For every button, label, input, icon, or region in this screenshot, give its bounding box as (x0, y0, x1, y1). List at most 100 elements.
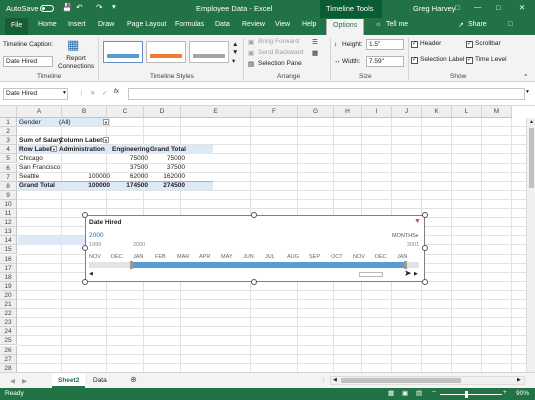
timeline-scroll-left-icon[interactable]: ◀ (89, 271, 93, 277)
report-connections-button[interactable]: Report Connections (58, 55, 94, 71)
row-header[interactable]: 24 (0, 327, 17, 337)
time-level-dropdown-icon[interactable]: ▼ (415, 233, 419, 238)
maximize-icon[interactable]: □ (496, 3, 501, 12)
resize-handle[interactable] (251, 212, 257, 218)
row-header[interactable]: 6 (0, 163, 17, 173)
column-labels-dropdown-icon[interactable]: ▼ (103, 137, 109, 143)
enter-icon[interactable]: ✓ (102, 89, 107, 97)
timeline-scrollbar[interactable]: ◀ ▶ (89, 271, 419, 278)
column-header[interactable]: M (482, 106, 512, 118)
column-header[interactable]: K (422, 106, 452, 118)
tab-options[interactable]: Options (326, 19, 365, 35)
undo-icon[interactable]: ↶ (76, 3, 83, 12)
expand-formula-icon[interactable]: ▼ (525, 89, 530, 95)
prev-sheet-icon[interactable]: ◀ (10, 377, 15, 385)
user-name[interactable]: Greg Harvey (413, 4, 456, 13)
row-header[interactable]: 25 (0, 336, 17, 346)
row-header[interactable]: 1 (0, 118, 17, 128)
cancel-icon[interactable]: ✕ (90, 89, 95, 97)
horizontal-scrollbar[interactable]: ◀ ▶ (330, 376, 525, 385)
timeline-scroll-right-icon[interactable]: ▶ (414, 271, 418, 277)
column-header[interactable]: A (17, 106, 62, 118)
row-header[interactable]: 15 (0, 245, 17, 255)
timeline-slicer[interactable]: Date Hired ▼ 2000 MONTHS ▼ 1999 2000 200… (85, 215, 425, 282)
zoom-slider-thumb[interactable] (465, 391, 468, 398)
timeline-style-1[interactable] (103, 41, 143, 63)
row-header[interactable]: 18 (0, 272, 17, 282)
timeline-month-label[interactable]: MAY (221, 254, 233, 260)
row-header[interactable]: 19 (0, 281, 17, 291)
resize-handle[interactable] (82, 212, 88, 218)
name-box-dropdown-icon[interactable]: ▼ (62, 90, 67, 96)
bring-forward-button[interactable]: Bring Forward (258, 38, 299, 45)
row-header[interactable]: 20 (0, 290, 17, 300)
row-header[interactable]: 4 (0, 145, 17, 155)
close-icon[interactable]: ✕ (519, 3, 525, 12)
time-level-dropdown[interactable]: MONTHS (392, 233, 416, 239)
row-header[interactable]: 13 (0, 227, 17, 237)
customize-qat-icon[interactable]: ▾ (112, 2, 116, 11)
align-icon[interactable]: ☰ (312, 38, 318, 46)
row-header[interactable]: 28 (0, 363, 17, 372)
autosave-toggle[interactable] (40, 5, 54, 12)
column-header[interactable]: H (334, 106, 362, 118)
tab-data[interactable]: Data (215, 21, 230, 28)
name-box[interactable]: Date Hired (3, 88, 68, 100)
column-header[interactable]: F (251, 106, 298, 118)
styles-scroll-down-icon[interactable]: ▼ (232, 49, 238, 56)
timeline-month-label[interactable]: AUG (287, 254, 299, 260)
save-icon[interactable]: 💾 (62, 3, 72, 12)
row-header[interactable]: 5 (0, 154, 17, 164)
row-labels-dropdown-icon[interactable]: ▼ (51, 146, 57, 152)
timeline-month-label[interactable]: APR (199, 254, 210, 260)
tab-home[interactable]: Home (38, 21, 57, 28)
page-break-view-icon[interactable]: ▤ (416, 389, 422, 397)
timeline-month-label[interactable]: SEP (309, 254, 320, 260)
resize-handle[interactable] (82, 279, 88, 285)
tab-formulas[interactable]: Formulas (175, 21, 204, 28)
zoom-level[interactable]: 90% (516, 390, 529, 397)
timeline-month-label[interactable]: FEB (155, 254, 166, 260)
formula-input[interactable] (128, 88, 525, 100)
pivot-column-labels[interactable]: Column Labels (59, 137, 106, 144)
scroll-left-icon[interactable]: ◀ (333, 377, 337, 383)
redo-icon[interactable]: ↷ (96, 3, 103, 12)
header-checkbox[interactable]: ✓ (411, 41, 418, 48)
column-header[interactable]: E (181, 106, 251, 118)
scrollbar-checkbox[interactable]: ✓ (466, 41, 473, 48)
page-layout-view-icon[interactable]: ▣ (402, 389, 408, 397)
horizontal-scroll-thumb[interactable] (341, 378, 461, 383)
tab-page-layout[interactable]: Page Layout (127, 21, 166, 28)
row-header[interactable]: 11 (0, 209, 17, 219)
row-header[interactable]: 12 (0, 218, 17, 228)
timeline-month-label[interactable]: JUL (265, 254, 275, 260)
timeline-range-start-handle[interactable] (130, 261, 133, 269)
tab-file[interactable]: File (5, 18, 29, 35)
minimize-icon[interactable]: — (474, 2, 482, 11)
add-sheet-icon[interactable]: ⊕ (130, 375, 137, 384)
row-header[interactable]: 27 (0, 354, 17, 364)
column-header[interactable]: G (298, 106, 334, 118)
tab-review[interactable]: Review (242, 21, 265, 28)
column-header[interactable]: D (144, 106, 181, 118)
share-button[interactable]: Share (468, 21, 487, 28)
height-input[interactable]: 1.5" (366, 39, 404, 50)
timeline-month-label[interactable]: NOV (89, 254, 101, 260)
row-header[interactable]: 16 (0, 254, 17, 264)
send-backward-button[interactable]: Send Backward (258, 49, 304, 56)
selection-label-checkbox[interactable]: ✓ (411, 57, 418, 64)
selection-pane-button[interactable]: Selection Pane (258, 60, 302, 67)
row-header[interactable]: 3 (0, 136, 17, 146)
tab-draw[interactable]: Draw (98, 21, 114, 28)
row-header[interactable]: 7 (0, 172, 17, 182)
comments-icon[interactable]: □ (508, 21, 512, 28)
row-header[interactable]: 23 (0, 318, 17, 328)
row-header[interactable]: 8 (0, 181, 17, 191)
timeline-month-label[interactable]: JAN (397, 254, 407, 260)
column-header[interactable]: I (362, 106, 392, 118)
row-header[interactable]: 10 (0, 199, 17, 209)
timeline-month-label[interactable]: DEC (375, 254, 387, 260)
gender-filter-dropdown-icon[interactable]: ▼ (103, 119, 109, 125)
vertical-scrollbar[interactable]: ▲ (526, 118, 535, 372)
time-level-checkbox[interactable]: ✓ (466, 57, 473, 64)
